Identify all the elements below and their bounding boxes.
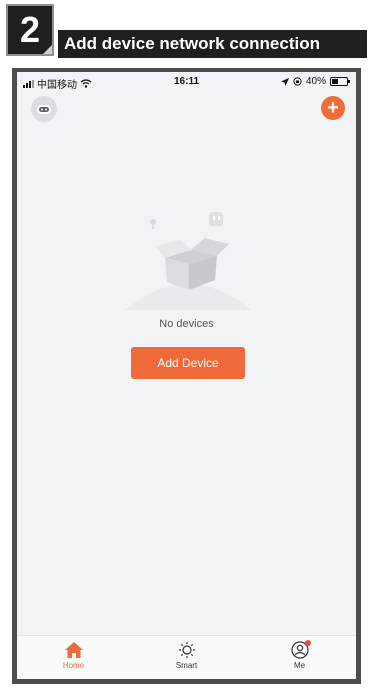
phone-frame: 中国移动 16:11 40% + No devices Add Device H… xyxy=(12,68,361,684)
tab-me-label: Me xyxy=(293,661,306,670)
location-arrow-icon xyxy=(280,77,289,86)
tab-home[interactable]: Home xyxy=(17,636,130,679)
no-devices-text: No devices xyxy=(159,318,214,330)
battery-icon xyxy=(330,77,350,86)
robot-avatar-icon xyxy=(37,105,51,114)
tab-me[interactable]: Me xyxy=(243,636,356,679)
home-icon xyxy=(64,642,83,658)
tab-smart-label: Smart xyxy=(175,661,198,670)
step-header: 2 Add device network connection xyxy=(0,0,371,64)
status-right: 40% xyxy=(280,76,350,87)
family-avatar-button[interactable] xyxy=(31,96,57,122)
orientation-lock-icon xyxy=(293,77,302,86)
phone-screen: 中国移动 16:11 40% + No devices Add Device H… xyxy=(17,72,356,679)
battery-fill xyxy=(332,79,338,84)
notification-dot xyxy=(305,640,311,646)
step-title: Add device network connection xyxy=(58,30,367,58)
add-plus-icon[interactable]: + xyxy=(321,96,345,120)
empty-box-illustration xyxy=(125,212,251,310)
step-number-badge: 2 xyxy=(6,4,54,56)
battery-percent: 40% xyxy=(305,76,326,87)
add-device-button[interactable]: Add Device xyxy=(131,347,245,379)
sun-icon xyxy=(178,642,195,658)
tab-smart[interactable]: Smart xyxy=(130,636,243,679)
tab-home-label: Home xyxy=(62,661,85,670)
tab-bar: Home Smart Me xyxy=(17,635,356,679)
status-bar: 中国移动 16:11 40% xyxy=(17,72,356,92)
